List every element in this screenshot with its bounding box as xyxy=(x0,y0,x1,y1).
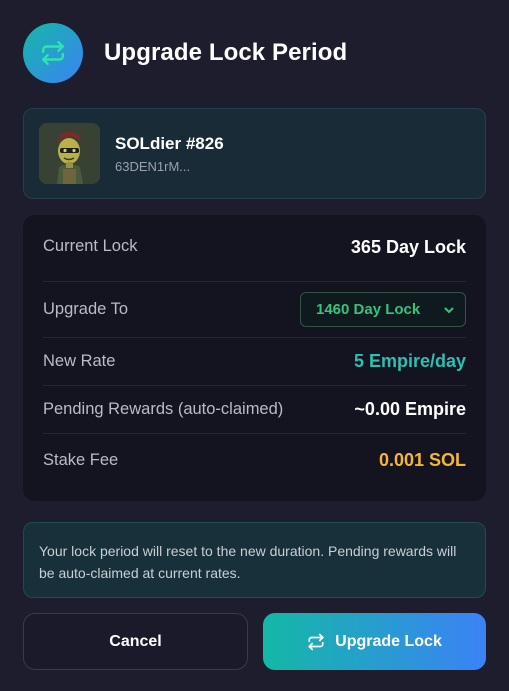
lock-period-select[interactable]: 1460 Day Lock xyxy=(300,292,466,327)
upgrade-lock-button[interactable]: Upgrade Lock xyxy=(263,613,486,670)
current-lock-value: 365 Day Lock xyxy=(350,237,466,257)
cancel-button[interactable]: Cancel xyxy=(23,613,248,670)
nft-info: SOLdier #826 63DEN1rM... xyxy=(115,134,224,174)
swap-arrows-icon xyxy=(307,633,325,651)
upgrade-lock-modal: Upgrade Lock Period SOLdier #826 63DEN1r… xyxy=(0,0,509,691)
new-rate-row: New Rate 5 Empire/day xyxy=(43,338,466,386)
info-notice: Your lock period will reset to the new d… xyxy=(23,522,486,598)
upgrade-lock-button-label: Upgrade Lock xyxy=(335,632,442,650)
current-lock-label: Current Lock xyxy=(43,237,138,255)
nft-address: 63DEN1rM... xyxy=(115,158,191,174)
modal-title: Upgrade Lock Period xyxy=(104,39,348,66)
lock-details-panel: Current Lock 365 Day Lock Upgrade To 146… xyxy=(23,215,486,501)
current-lock-row: Current Lock 365 Day Lock xyxy=(43,215,466,282)
chevron-down-icon xyxy=(443,304,455,316)
upgrade-to-row: Upgrade To 1460 Day Lock xyxy=(43,282,466,338)
modal-header: Upgrade Lock Period xyxy=(23,22,347,84)
nft-card: SOLdier #826 63DEN1rM... xyxy=(23,108,486,199)
new-rate-label: New Rate xyxy=(43,352,116,370)
upgrade-to-label: Upgrade To xyxy=(43,300,129,318)
new-rate-value: 5 Empire/day xyxy=(353,351,466,371)
stake-fee-row: Stake Fee 0.001 SOL xyxy=(43,434,466,486)
pending-rewards-value: ~0.00 Empire xyxy=(354,399,466,419)
stake-fee-value: 0.001 SOL xyxy=(378,449,466,470)
cancel-button-label: Cancel xyxy=(109,632,162,650)
nft-name: SOLdier #826 xyxy=(115,133,224,153)
pending-rewards-label: Pending Rewards (auto-claimed) xyxy=(43,400,284,418)
nft-avatar xyxy=(39,123,100,184)
swap-arrows-icon xyxy=(23,23,83,83)
pending-rewards-row: Pending Rewards (auto-claimed) ~0.00 Emp… xyxy=(43,386,466,434)
lock-period-selected: 1460 Day Lock xyxy=(316,301,421,318)
stake-fee-label: Stake Fee xyxy=(43,450,119,469)
